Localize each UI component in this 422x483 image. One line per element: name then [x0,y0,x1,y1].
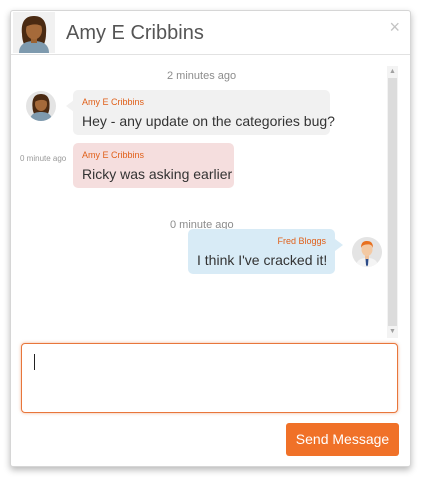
chat-header: Amy E Cribbins × [11,11,410,55]
message-bubble: Fred Bloggs I think I've cracked it! [188,229,335,274]
bubble-tail [335,239,343,251]
message-sender: Fred Bloggs [277,236,326,246]
message-sender: Amy E Cribbins [82,150,145,160]
chat-window: Amy E Cribbins × 2 minutes ago Amy E Cri… [10,10,411,467]
message-sender: Amy E Cribbins [82,97,145,107]
send-message-button[interactable]: Send Message [286,423,399,456]
amy-avatar [26,91,56,121]
scrollbar-thumb[interactable] [388,78,397,326]
message-text: I think I've cracked it! [197,252,328,268]
contact-name: Amy E Cribbins [66,22,204,44]
contact-avatar [13,12,55,53]
message-bubble: Amy E Cribbins Ricky was asking earlier [73,143,234,188]
message-input[interactable] [21,343,398,413]
message-list[interactable]: 2 minutes ago Amy E Cribbins Hey - any u… [11,55,410,338]
close-icon[interactable]: × [389,17,400,38]
message-text: Ricky was asking earlier [82,166,233,182]
text-caret [34,354,35,370]
message-timestamp: 2 minutes ago [167,70,237,82]
message-bubble: Amy E Cribbins Hey - any update on the c… [73,90,335,135]
message-text: Hey - any update on the categories bug? [82,113,335,129]
message-scrollbar[interactable]: ▲ ▼ [387,66,398,338]
chevron-down-icon[interactable]: ▼ [387,327,398,337]
message-timestamp: 0 minute ago [20,154,67,163]
fred-avatar [352,237,382,267]
chevron-up-icon[interactable]: ▲ [387,67,398,77]
